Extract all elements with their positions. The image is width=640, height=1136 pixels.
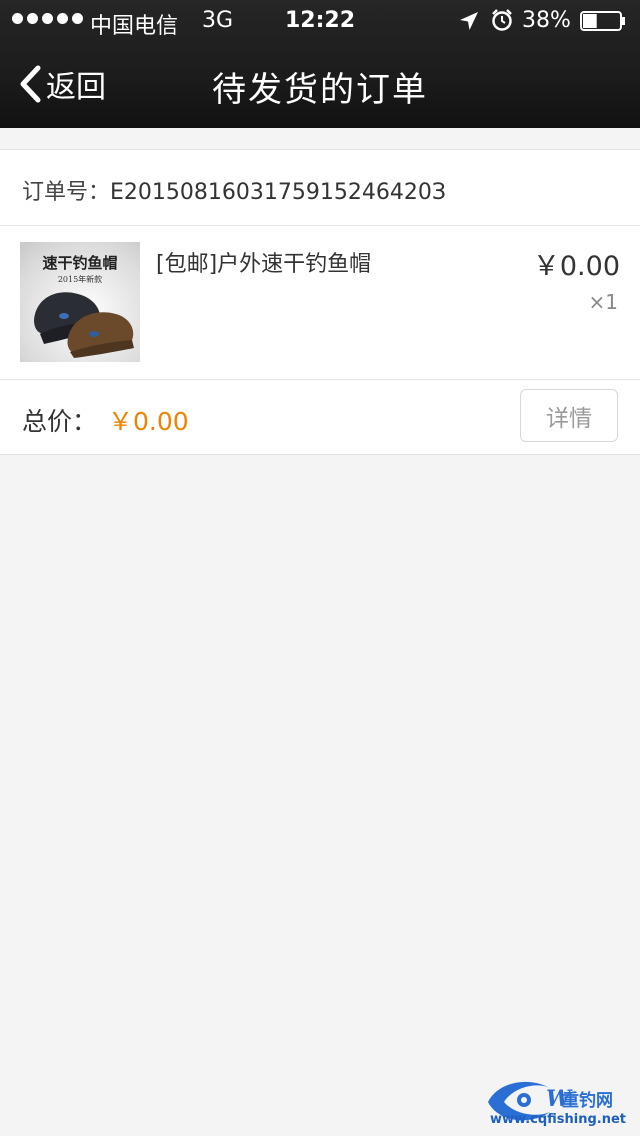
status-bar: 中国电信 3G 12:22 38% <box>0 0 640 40</box>
order-number-row: 订单号：E2015081603175915246420З <box>0 150 640 226</box>
location-arrow-icon <box>460 12 478 30</box>
order-total-row: 总价： ￥0.00 详情 <box>0 380 640 454</box>
page-title: 待发货的订单 <box>212 70 428 110</box>
navigation-bar: 返回 待发货的订单 <box>0 40 640 128</box>
order-item[interactable]: 速干钓鱼帽 2015年新款 [包邮]户外速干钓鱼帽 ￥0.00 ×1 <box>0 226 640 380</box>
details-button[interactable]: 详情 <box>520 389 618 442</box>
top-bar: 中国电信 3G 12:22 38% 返回 待发货的订单 <box>0 0 640 128</box>
order-card: 订单号：E2015081603175915246420З 速干钓鱼帽 2015年… <box>0 149 640 455</box>
product-quantity: ×1 <box>588 290 618 314</box>
order-number-label: 订单号： <box>22 180 111 205</box>
battery-icon <box>580 11 625 31</box>
product-price: ￥0.00 <box>532 251 620 282</box>
watermark-name: 重钓网 <box>562 1091 613 1111</box>
watermark-url: www.cqfishing.net <box>490 1112 627 1127</box>
alarm-clock-icon <box>492 9 512 31</box>
order-number-value: E2015081603175915246420З <box>110 180 446 205</box>
total-label: 总价： <box>22 407 98 436</box>
order-number: 订单号：E2015081603175915246420З <box>22 174 446 206</box>
product-name[interactable]: [包邮]户外速干钓鱼帽 <box>156 246 371 278</box>
total-value: ￥0.00 <box>108 407 189 436</box>
battery-percentage: 38% <box>522 8 571 33</box>
product-thumbnail[interactable]: 速干钓鱼帽 2015年新款 <box>20 242 140 362</box>
fishing-caps-image <box>34 292 134 358</box>
